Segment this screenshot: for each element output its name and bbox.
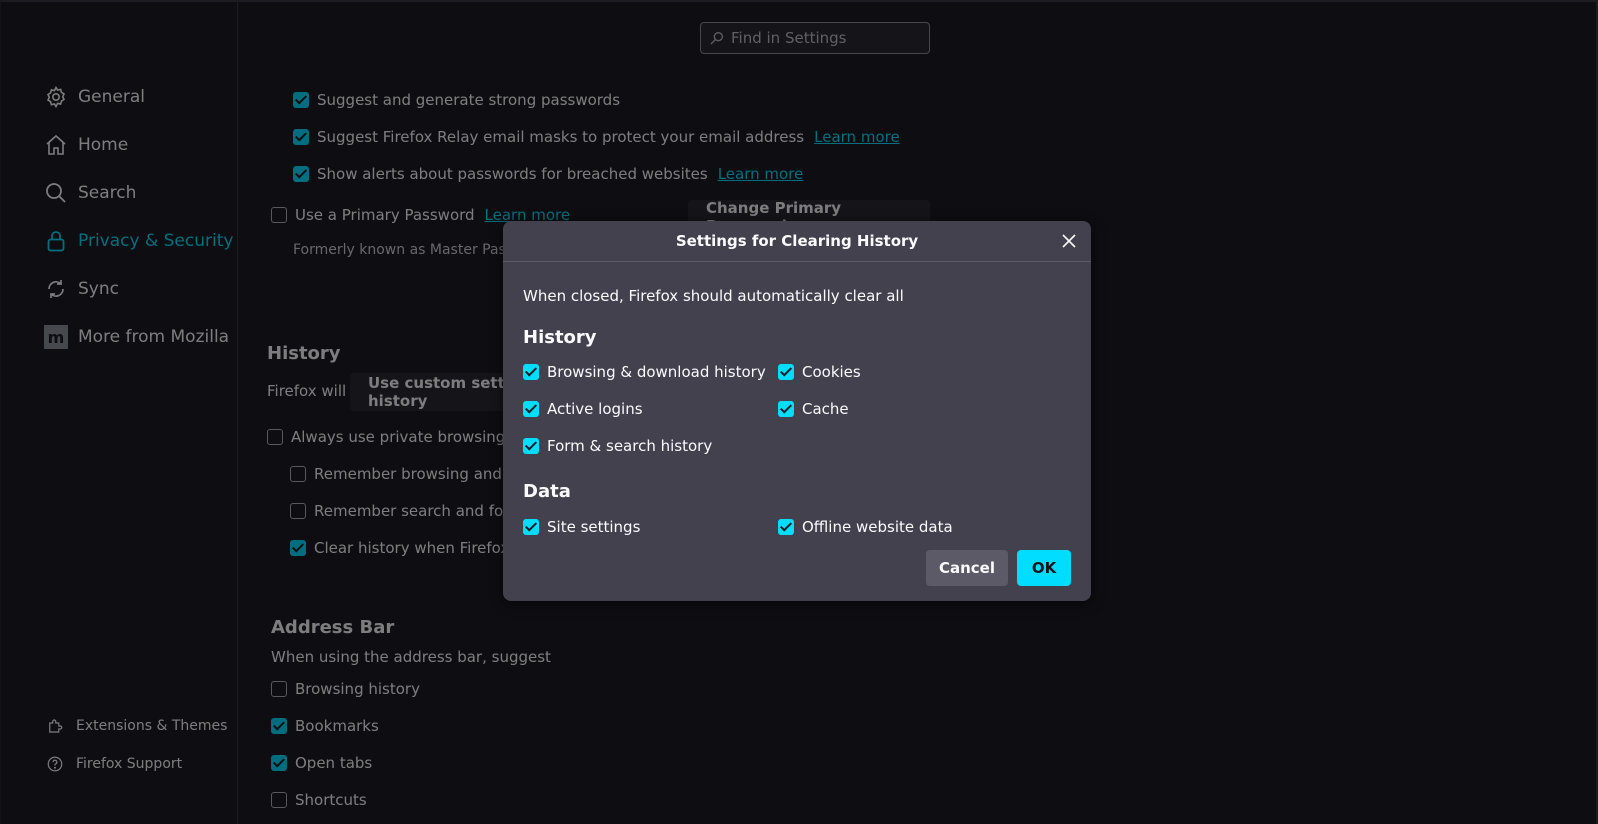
ok-button[interactable]: OK — [1017, 550, 1071, 586]
browsing-download-checkbox[interactable]: Browsing & download history — [523, 363, 766, 381]
checkbox-label: Form & search history — [547, 437, 713, 455]
checkbox-label: Cache — [802, 400, 849, 418]
dialog-intro: When closed, Firefox should automaticall… — [523, 287, 904, 305]
cache-checkbox[interactable]: Cache — [778, 400, 849, 418]
checkbox-label: Active logins — [547, 400, 643, 418]
checkbox-checked[interactable] — [778, 364, 794, 380]
checkbox-checked[interactable] — [523, 438, 539, 454]
cancel-button[interactable]: Cancel — [926, 550, 1008, 586]
checkbox-label: Cookies — [802, 363, 861, 381]
checkbox-checked[interactable] — [523, 401, 539, 417]
checkbox-checked[interactable] — [523, 364, 539, 380]
form-search-checkbox[interactable]: Form & search history — [523, 437, 712, 455]
checkbox-checked[interactable] — [523, 519, 539, 535]
dialog-data-heading: Data — [523, 481, 571, 502]
checkbox-checked[interactable] — [778, 401, 794, 417]
close-icon[interactable] — [1059, 231, 1079, 251]
active-logins-checkbox[interactable]: Active logins — [523, 400, 643, 418]
clearing-history-dialog: Settings for Clearing History When close… — [503, 221, 1091, 601]
checkbox-checked[interactable] — [778, 519, 794, 535]
checkbox-label: Site settings — [547, 518, 641, 536]
dialog-title: Settings for Clearing History — [503, 221, 1091, 262]
cookies-checkbox[interactable]: Cookies — [778, 363, 861, 381]
site-settings-checkbox[interactable]: Site settings — [523, 518, 640, 536]
offline-data-checkbox[interactable]: Offline website data — [778, 518, 953, 536]
checkbox-label: Offline website data — [802, 518, 953, 536]
dialog-history-heading: History — [523, 327, 597, 348]
checkbox-label: Browsing & download history — [547, 363, 766, 381]
